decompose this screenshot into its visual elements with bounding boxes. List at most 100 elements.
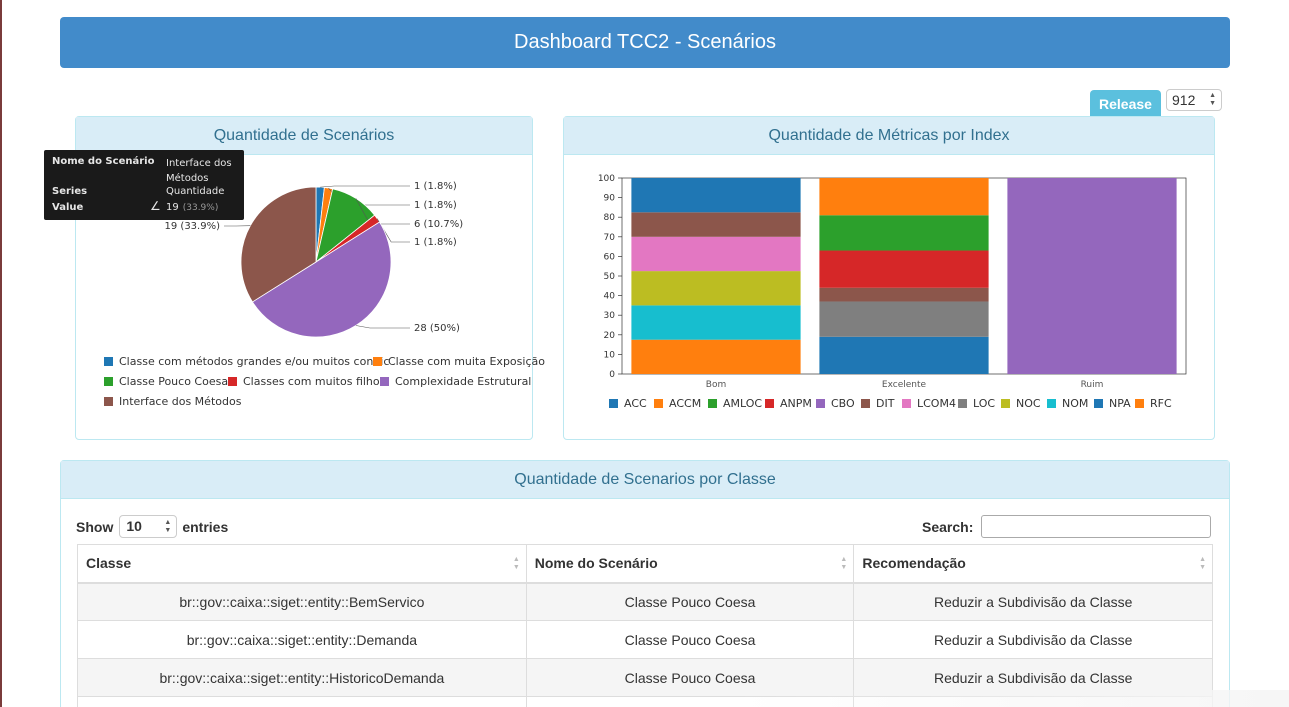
bar-segment[interactable] (631, 236, 801, 272)
bar-legend-item[interactable]: ACC (609, 397, 647, 410)
legend-label: RFC (1150, 397, 1172, 410)
legend-label: Classe com muita Exposição (388, 355, 545, 368)
bar-segment[interactable] (819, 336, 989, 374)
entries-select-value: 10 (126, 518, 142, 534)
cell-classe (77, 696, 527, 707)
legend-swatch (654, 399, 663, 408)
y-tick-label: 20 (604, 331, 616, 341)
x-tick-label: Bom (706, 380, 726, 390)
legend-label: NOC (1016, 397, 1041, 410)
bar-panel-title: Quantidade de Métricas por Index (564, 117, 1214, 155)
pie-legend-item[interactable]: Complexidade Estrutural (380, 375, 531, 388)
legend-swatch (609, 399, 618, 408)
bar-segment[interactable] (631, 212, 801, 237)
legend-swatch (228, 377, 237, 386)
bar-legend-item[interactable]: NOC (1001, 397, 1041, 410)
bar-legend-item[interactable]: LOC (958, 397, 995, 410)
legend-swatch (380, 377, 389, 386)
bar-legend-item[interactable]: CBO (816, 397, 855, 410)
bar-chart-panel: Quantidade de Métricas por Index 0 10 20 30… (563, 116, 1215, 440)
entries-control: Show 10 ▲ ▼ entries (76, 515, 228, 538)
bar-legend-item[interactable]: RFC (1135, 397, 1172, 410)
pie-legend-item[interactable]: Classe Pouco Coesa (104, 375, 228, 388)
cell-classe: br::gov::caixa::siget::entity::BemServic… (77, 582, 527, 621)
entries-select[interactable]: 10 ▲ ▼ (119, 515, 178, 538)
bar-segment[interactable] (631, 178, 801, 213)
bar-legend-item[interactable]: DIT (861, 397, 894, 410)
sort-icon: ▲ ▼ (840, 556, 848, 571)
pie-legend-item[interactable]: Classe com métodos grandes e/ou muitos c… (104, 355, 389, 368)
pie-slice-label: 6 (10.7%) (414, 219, 463, 230)
column-header-recomendacao[interactable]: Recomendação ▲ ▼ (853, 544, 1213, 584)
search-input[interactable] (981, 515, 1212, 538)
tooltip-name-key: Nome do Scenário (52, 156, 155, 167)
tooltip-name-value: Interface dos Métodos (166, 158, 232, 184)
y-tick-label: 30 (604, 311, 616, 321)
column-header-nome-scenario[interactable]: Nome do Scenário ▲ ▼ (525, 544, 855, 584)
release-select[interactable]: 912 ▲ ▼ (1166, 89, 1222, 111)
bar-segment[interactable] (819, 215, 989, 251)
y-tick-label: 70 (604, 233, 616, 243)
legend-label: ANPM (780, 397, 812, 410)
overlay-fade (736, 690, 1289, 707)
x-tick-label: Excelente (882, 380, 927, 390)
bar-segment[interactable] (631, 305, 801, 340)
release-label: Release (1090, 90, 1161, 116)
bar-legend: ACC ACCM AMLOC ANPM CBO DIT LCOM4 LOC NOC NOM NPA R… (564, 397, 1216, 417)
x-tick-label: Ruim (1081, 380, 1104, 390)
y-tick-label: 50 (604, 272, 616, 282)
show-label: Show (76, 518, 114, 535)
bar-legend-item[interactable]: NPA (1094, 397, 1131, 410)
bar-legend-item[interactable]: ANPM (765, 397, 812, 410)
cell-classe: br::gov::caixa::siget::entity::Historico… (77, 658, 527, 697)
window-edge (0, 0, 2, 707)
legend-swatch (104, 377, 113, 386)
legend-label: DIT (876, 397, 895, 410)
legend-swatch (1047, 399, 1056, 408)
tooltip-series-value: Quantidade (166, 186, 225, 197)
column-header-label: Classe (86, 555, 132, 572)
cursor-icon: ∠ (150, 199, 161, 213)
cell-recomendacao: Reduzir a Subdivisão da Classe (853, 620, 1213, 659)
bar-legend-item[interactable]: AMLOC (708, 397, 762, 410)
pie-slice-label: 1 (1.8%) (414, 200, 457, 211)
table-header-row: Classe ▲ ▼ Nome do Scenário ▲ ▼ Recomendação… (77, 544, 1213, 584)
legend-swatch (861, 399, 870, 408)
column-header-classe[interactable]: Classe ▲ ▼ (77, 544, 527, 584)
pie-leader-line (320, 185, 410, 188)
bar-segment[interactable] (631, 271, 801, 306)
legend-swatch (958, 399, 967, 408)
bar-segment[interactable] (819, 287, 989, 302)
bar-legend-item[interactable]: ACCM (654, 397, 701, 410)
pie-legend-item[interactable]: Classes com muitos filhos (228, 375, 385, 388)
bar-segment[interactable] (819, 301, 989, 337)
column-header-label: Recomendação (862, 555, 966, 572)
bar-legend-item[interactable]: LCOM4 (902, 397, 956, 410)
legend-label: CBO (831, 397, 855, 410)
legend-swatch (373, 357, 382, 366)
table-row: br::gov::caixa::siget::entity::BemServic… (77, 582, 1213, 621)
y-tick-label: 10 (604, 350, 616, 360)
page-header: Dashboard TCC2 - Scenários (60, 17, 1230, 68)
scenarios-table: Classe ▲ ▼ Nome do Scenário ▲ ▼ Recomendação… (77, 544, 1213, 707)
bar-legend-item[interactable]: NOM (1047, 397, 1088, 410)
bar-segment[interactable] (631, 339, 801, 374)
pie-slice-label: 1 (1.8%) (414, 181, 457, 192)
legend-label: Classes com muitos filhos (243, 375, 386, 388)
pie-tooltip: Nome do Scenário Interface dos Métodos S… (44, 150, 244, 220)
search-label: Search: (922, 518, 974, 535)
tooltip-value: 19 (33.9%) (166, 202, 218, 213)
legend-label: LCOM4 (917, 397, 956, 410)
bar-segment[interactable] (819, 250, 989, 288)
column-header-label: Nome do Scenário (534, 555, 658, 572)
bar-segment[interactable] (819, 178, 989, 216)
legend-swatch (708, 399, 717, 408)
pie-legend-item[interactable]: Classe com muita Exposição (373, 355, 545, 368)
legend-swatch (765, 399, 774, 408)
pie-legend-item[interactable]: Interface dos Métodos (104, 395, 241, 408)
legend-label: Interface dos Métodos (119, 395, 242, 408)
tooltip-value-number: 19 (166, 202, 179, 213)
bar-segment[interactable] (1007, 178, 1177, 374)
y-tick-label: 100 (598, 174, 615, 184)
bar-chart: 0 10 20 30 40 50 60 70 80 90 100 Bom Excelente Ruim (598, 174, 1187, 390)
